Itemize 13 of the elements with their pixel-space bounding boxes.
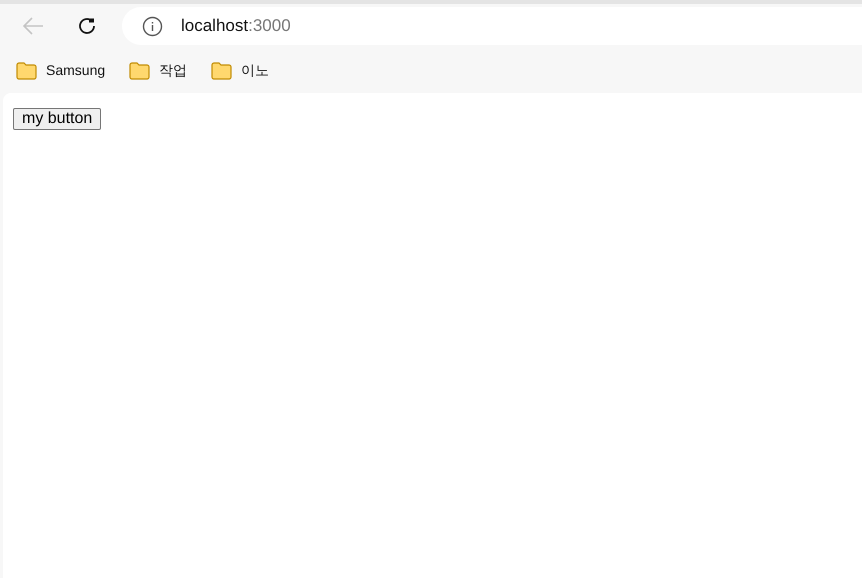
info-icon[interactable] (142, 16, 163, 36)
bookmark-folder[interactable]: 작업 (127, 60, 190, 81)
folder-icon (129, 62, 150, 80)
back-arrow-icon (22, 16, 44, 36)
address-bar[interactable]: localhost:3000 (122, 7, 862, 45)
my-button[interactable]: my button (13, 108, 102, 130)
address-host: localhost (181, 15, 248, 38)
folder-icon (211, 62, 232, 80)
reload-icon (76, 15, 98, 37)
address-port: :3000 (248, 15, 291, 38)
bookmark-folder[interactable]: 이노 (209, 60, 272, 81)
folder-icon (16, 62, 37, 80)
bookmark-folder[interactable]: Samsung (14, 60, 108, 81)
